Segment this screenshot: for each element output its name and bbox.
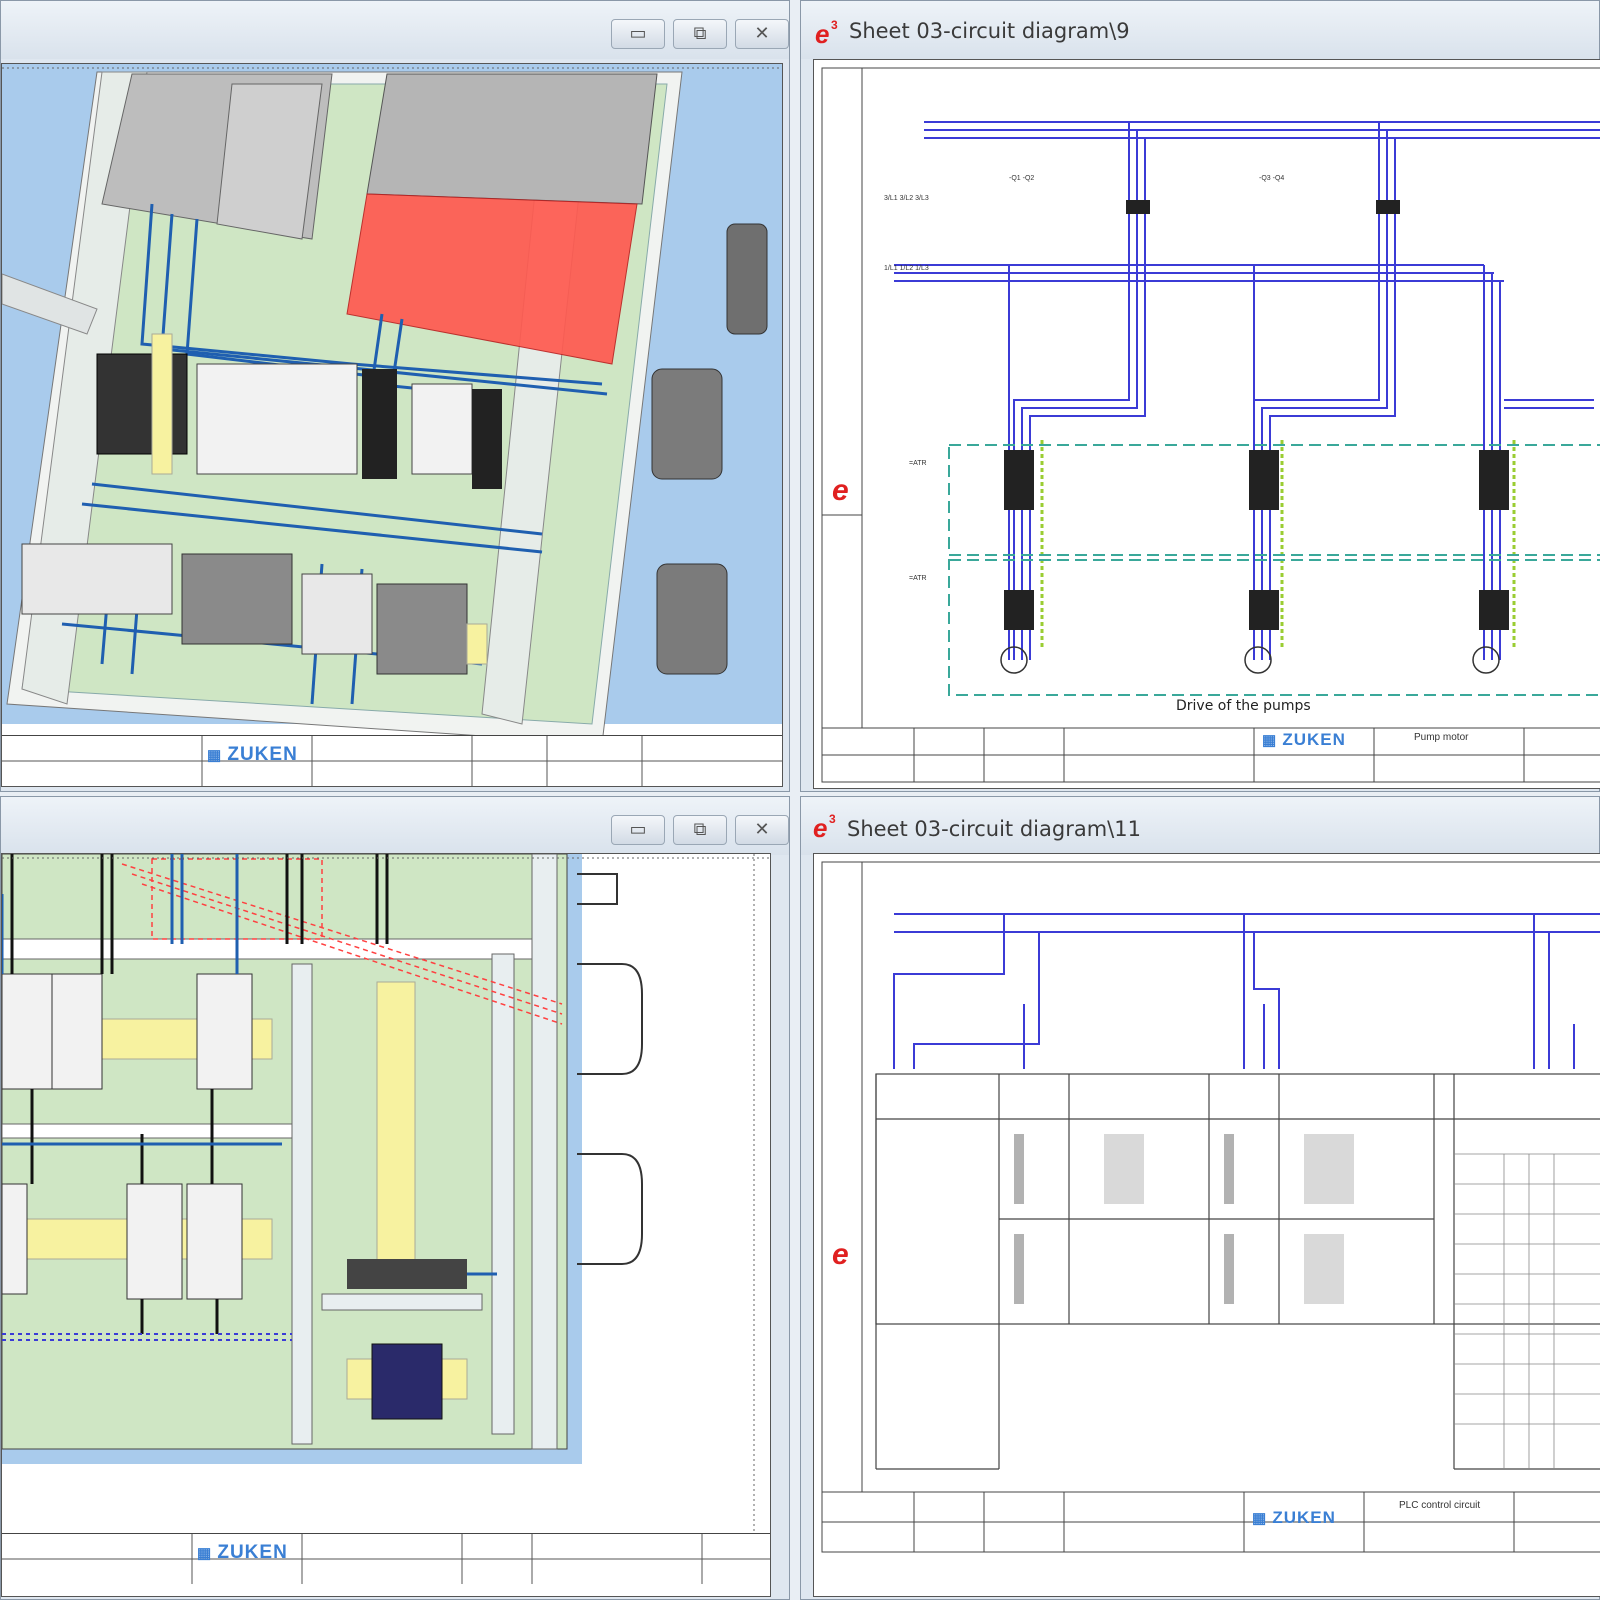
zuken-logo: ZUKEN (197, 1542, 288, 1564)
title-bar[interactable] (1, 797, 789, 855)
svg-text:3: 3 (829, 812, 836, 826)
window-circuit-diagram-9[interactable]: e 3 Sheet 03-circuit diagram\9 e 3/L1 3/… (800, 0, 1600, 792)
title-bar[interactable] (1, 1, 789, 59)
svg-text:-Q1 -Q2: -Q1 -Q2 (1009, 175, 1034, 182)
e3-app-icon: e 3 (815, 18, 838, 47)
svg-text:=ATR: =ATR (909, 575, 927, 582)
window-title: Sheet 03-circuit diagram\9 (849, 19, 1130, 43)
close-button[interactable]: ✕ (735, 815, 789, 845)
svg-text:3/L1 3/L2 3/L3: 3/L1 3/L2 3/L3 (884, 195, 929, 202)
plc-control-drawing: e (821, 861, 1600, 1553)
svg-text:-Q3 -Q4: -Q3 -Q4 (1259, 175, 1284, 182)
title-block: ZUKEN (2, 1533, 770, 1584)
minimize-button[interactable]: ▭ (611, 19, 665, 49)
zuken-logo: ZUKEN (207, 744, 298, 766)
title-block-name: Pump motor (1414, 732, 1469, 743)
svg-text:=ATR: =ATR (909, 460, 927, 467)
svg-text:1/L1 1/L2 1/L3: 1/L1 1/L2 1/L3 (884, 265, 929, 272)
title-block-name: PLC control circuit (1399, 1500, 1481, 1511)
e3-app-icon: e 3 (813, 812, 836, 841)
maximize-button[interactable]: ⧉ (673, 815, 727, 845)
zuken-logo: ZUKEN (1262, 730, 1346, 750)
cabinet-3d-view[interactable]: ZUKEN (1, 63, 783, 787)
svg-text:e: e (815, 19, 829, 47)
title-block: ZUKEN (2, 735, 782, 786)
zuken-logo: ZUKEN (1252, 1508, 1336, 1528)
window-cabinet-2d[interactable]: ▭ ⧉ ✕ ▦ ZUKEN (0, 796, 790, 1600)
maximize-button[interactable]: ⧉ (673, 19, 727, 49)
cabinet-2d-view[interactable]: ZUKEN (1, 853, 771, 1597)
group-caption: Drive of the pumps (1176, 698, 1311, 714)
svg-text:e: e (813, 813, 827, 841)
svg-text:e: e (832, 474, 849, 507)
title-block-grid (2, 1534, 770, 1584)
window-circuit-diagram-11[interactable]: e 3 Sheet 03-circuit diagram\11 e ▦ ZUKE… (800, 796, 1600, 1600)
power-circuit-drawing: e 3/L1 3/L2 3/L31/L1 1/L2 1/L3 -Q1 -Q2 -… (821, 67, 1600, 783)
minimize-button[interactable]: ▭ (611, 815, 665, 845)
close-button[interactable]: ✕ (735, 19, 789, 49)
svg-text:3: 3 (831, 18, 838, 32)
title-block-grid (2, 736, 782, 786)
svg-text:e: e (832, 1238, 849, 1271)
cabinet-3d-drawing (2, 64, 782, 745)
cabinet-2d-drawing (2, 854, 770, 1534)
window-cabinet-3d[interactable]: ▭ ⧉ ✕ ▦ ZUKEN (0, 0, 790, 792)
schematic-sheet-9[interactable]: e 3/L1 3/L2 3/L3 1/L1 1/L2 1/L3 -Q1 -Q2 … (813, 59, 1600, 789)
window-title: Sheet 03-circuit diagram\11 (847, 817, 1141, 841)
schematic-sheet-11[interactable]: e ▦ ZUKEN PLC control circuit (813, 853, 1600, 1597)
